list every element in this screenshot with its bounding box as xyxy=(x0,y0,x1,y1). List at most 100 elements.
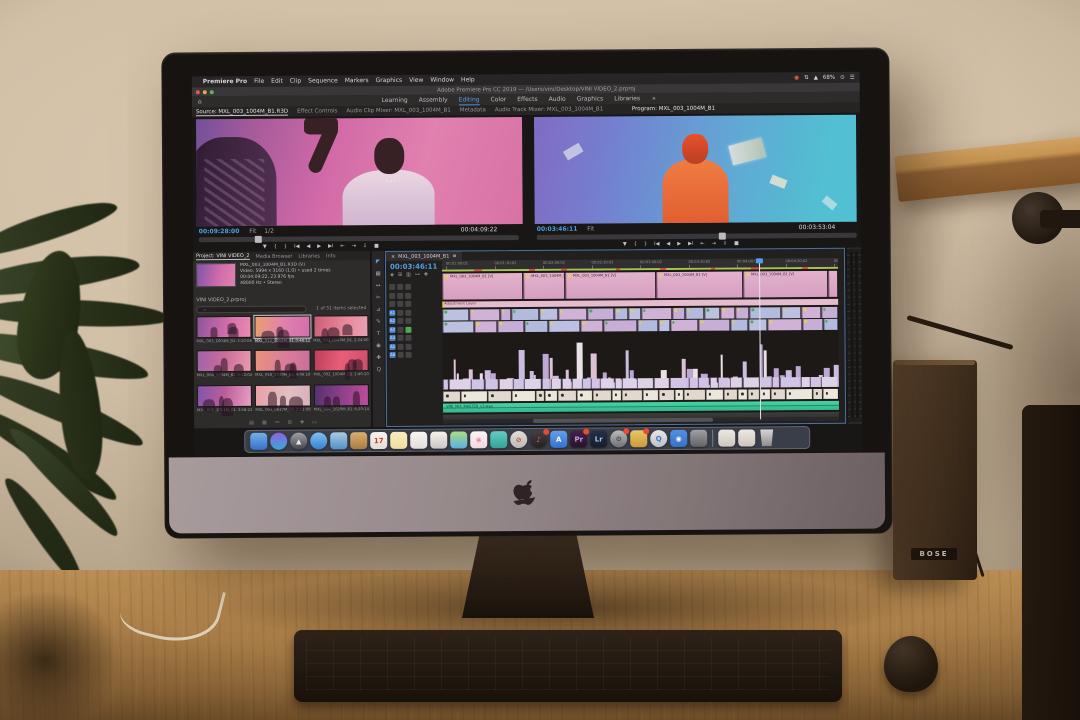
tool-icon-8[interactable]: ✚ xyxy=(376,355,381,361)
timeline-clip[interactable] xyxy=(628,308,641,320)
tool-icon-4[interactable]: ⊿ xyxy=(376,307,381,313)
timeline-clip[interactable] xyxy=(498,379,513,390)
clip-thumbnail[interactable] xyxy=(254,349,311,379)
track-toggle[interactable] xyxy=(405,292,412,299)
audio-clip[interactable] xyxy=(738,389,747,400)
timeline-clip[interactable] xyxy=(771,377,779,388)
transport-button[interactable]: ⇩ xyxy=(723,241,727,247)
clip-grid-item[interactable]: MXL_012_1012M_B1. 0:48:12 xyxy=(253,314,312,348)
clip-grid-item[interactable]: MXL_003_0627M_B1. 2:12:08 xyxy=(255,384,311,416)
dock-safari-icon[interactable] xyxy=(310,432,328,450)
transport-button[interactable]: ⇥ xyxy=(712,241,716,247)
transport-button[interactable]: ⇥ xyxy=(352,243,356,249)
tab-project-0[interactable]: Project: VINI VIDEO_2 xyxy=(195,252,250,261)
tab-audio-clip-mixer[interactable]: Audio Clip Mixer: MXL_003_1004M_B1 xyxy=(346,107,450,115)
audio-clip[interactable] xyxy=(747,389,759,400)
timeline-clip[interactable] xyxy=(735,307,749,319)
timeline-clip-v3[interactable] xyxy=(828,270,838,297)
solo-toggle[interactable] xyxy=(405,334,412,341)
mute-toggle[interactable] xyxy=(397,343,404,350)
audio-clip[interactable] xyxy=(621,390,642,401)
dock-notes-icon[interactable] xyxy=(390,431,408,449)
transport-button[interactable]: } xyxy=(284,244,287,250)
clip-thumbnail[interactable] xyxy=(313,383,369,410)
timeline-clip[interactable] xyxy=(548,320,580,332)
audio-clip[interactable] xyxy=(674,389,683,400)
dock-photos-icon[interactable]: ❀ xyxy=(470,431,488,449)
timeline-clip[interactable] xyxy=(800,377,809,388)
timeline-clip[interactable] xyxy=(767,319,802,331)
tool-icon-6[interactable]: T xyxy=(377,331,380,337)
tool-icon-1[interactable]: ▦ xyxy=(375,271,380,277)
source-monitor-video[interactable] xyxy=(195,117,523,227)
track-toggle[interactable] xyxy=(397,283,404,290)
timeline-clip[interactable] xyxy=(698,319,730,331)
audio-clip[interactable] xyxy=(545,390,558,401)
status-icon[interactable]: ⊙ xyxy=(840,74,845,80)
timeline-clip[interactable] xyxy=(470,379,485,390)
timeline-clip[interactable] xyxy=(580,320,603,332)
timeline-clip-v3[interactable]: MXL_003_1004M_B1 [V] xyxy=(655,271,743,299)
timeline-header-icon[interactable]: ▥ xyxy=(406,272,411,278)
timeline-clip[interactable] xyxy=(513,379,523,390)
timeline-clip[interactable] xyxy=(743,377,760,388)
audio-clip[interactable] xyxy=(785,389,812,400)
track-select-A1[interactable]: A1 xyxy=(389,309,396,316)
timeline-clip[interactable] xyxy=(442,309,469,321)
clip-grid-item[interactable]: MXL_016_1029M_B1.4:06:18 xyxy=(254,349,311,382)
dock-maps-icon[interactable] xyxy=(450,431,468,449)
tool-icon-9[interactable]: Q xyxy=(377,367,381,373)
close-window-icon[interactable] xyxy=(195,89,200,94)
timeline-clip[interactable] xyxy=(802,318,823,331)
transport-button[interactable]: ▼ xyxy=(263,244,267,250)
timeline-clip[interactable] xyxy=(591,378,599,389)
menu-item-edit[interactable]: Edit xyxy=(271,78,283,85)
dock-trash-icon[interactable] xyxy=(758,429,775,446)
clip-thumbnail[interactable] xyxy=(313,349,369,381)
clip-thumbnail[interactable] xyxy=(196,384,253,417)
preview-thumbnail[interactable] xyxy=(195,263,237,288)
clip-thumbnail[interactable] xyxy=(313,315,369,344)
tab-project-3[interactable]: Info xyxy=(326,253,336,259)
track-toggle[interactable] xyxy=(397,300,404,307)
track-edit-bars[interactable] xyxy=(442,335,840,390)
solo-toggle[interactable] xyxy=(405,309,412,316)
tab-source[interactable]: Source: MXL_003_1004M_B1.R3D xyxy=(195,108,289,116)
audio-track-header[interactable]: A2 xyxy=(389,317,439,324)
timeline-clip[interactable] xyxy=(550,378,561,389)
workspace-overflow-icon[interactable]: » xyxy=(652,95,656,102)
scrollbar-thumb[interactable] xyxy=(533,417,714,423)
project-footer-icon[interactable]: ▭ xyxy=(312,419,317,425)
timeline-clip[interactable] xyxy=(720,307,735,319)
timeline-clip-v3[interactable]: MXL_003_1004M_B1 [V] xyxy=(564,272,656,299)
timeline-clip-v3[interactable]: MXL_003_1004M_B1 [V] xyxy=(743,270,828,298)
timeline-clip[interactable] xyxy=(820,306,838,318)
track-v1[interactable] xyxy=(442,318,838,333)
transport-button[interactable]: { xyxy=(274,244,277,250)
source-scrubber[interactable] xyxy=(198,235,519,243)
timeline-clip[interactable] xyxy=(717,377,729,388)
timeline-clip[interactable] xyxy=(557,308,587,320)
audio-clip[interactable] xyxy=(611,390,621,401)
timeline-clip-v3[interactable]: MXL_003_1004M_B1 [V] xyxy=(523,272,567,300)
timeline-clip[interactable] xyxy=(688,377,697,388)
track-select-A3[interactable]: A3 xyxy=(389,326,396,333)
tab-workspace-audio[interactable]: Audio xyxy=(549,96,566,103)
timeline-clip[interactable] xyxy=(653,378,669,389)
timeline-clip[interactable] xyxy=(823,318,838,330)
timeline-clip[interactable] xyxy=(730,319,748,331)
timeline-clip[interactable] xyxy=(697,377,710,388)
solo-toggle[interactable] xyxy=(405,317,412,324)
timeline-clip[interactable] xyxy=(599,378,614,389)
clip-grid-item[interactable]: MXL_004_1029M_B1. 6:20:14 xyxy=(313,383,369,416)
transport-button[interactable]: ▶I xyxy=(688,241,693,247)
timeline-clip[interactable] xyxy=(672,307,684,319)
transport-button[interactable]: ⇤ xyxy=(340,243,344,249)
clip-thumbnail[interactable] xyxy=(196,350,253,377)
transport-button[interactable]: I◀ xyxy=(294,244,299,250)
tab-program-monitor[interactable]: Program: MXL_003_1004M_B1 xyxy=(632,106,715,113)
audio-clip[interactable] xyxy=(460,391,487,402)
clip-grid-item[interactable]: MXL_003_0045M_B1.2:24:00 xyxy=(313,315,369,347)
transport-button[interactable]: ▼ xyxy=(623,241,627,247)
timeline-clip[interactable] xyxy=(614,308,628,320)
